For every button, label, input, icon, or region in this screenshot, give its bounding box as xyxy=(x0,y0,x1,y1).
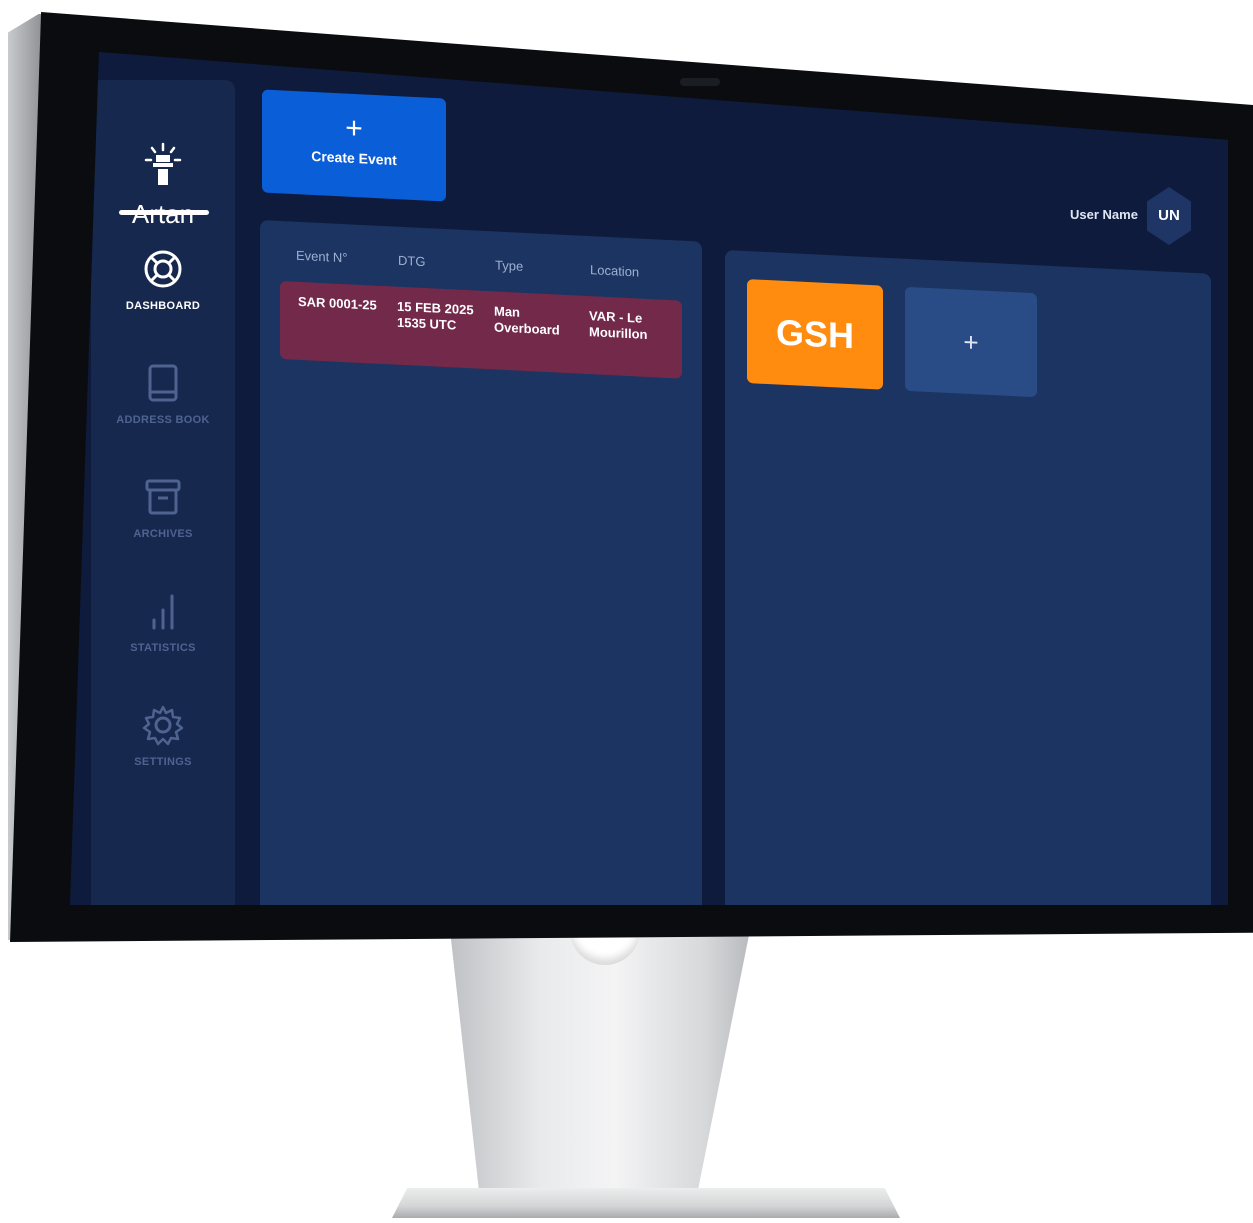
create-event-button[interactable]: + Create Event xyxy=(262,89,446,202)
type-line-2: Overboard xyxy=(494,319,560,338)
gsh-tile[interactable]: GSH xyxy=(747,279,883,390)
type-cell: Man Overboard xyxy=(494,303,560,338)
lifebuoy-icon xyxy=(144,250,182,288)
app-logo: Artan xyxy=(91,142,235,228)
sidebar-item-label: ARCHIVES xyxy=(133,528,193,540)
user-menu[interactable]: User Name UN xyxy=(1070,187,1210,247)
table-row[interactable]: SAR 0001-25 15 FEB 2025 1535 UTC Man Ove… xyxy=(280,280,682,379)
monitor-stand-neck xyxy=(450,930,750,1200)
app-screen: Artan DASHBOARD ADDRESS BOOK xyxy=(70,52,1228,905)
sidebar-item-archives[interactable]: ARCHIVES xyxy=(91,476,235,540)
monitor-mockup: Artan DASHBOARD ADDRESS BOOK xyxy=(0,0,1253,1223)
column-header-type: Type xyxy=(495,257,524,274)
sidebar-item-settings[interactable]: SETTINGS xyxy=(91,704,235,768)
sidebar-item-label: STATISTICS xyxy=(130,642,196,654)
user-name: User Name xyxy=(1070,207,1138,222)
monitor-stand-base xyxy=(392,1188,900,1218)
type-line-1: Man xyxy=(494,303,520,320)
column-header-location: Location xyxy=(590,262,640,280)
bar-chart-icon xyxy=(152,594,174,630)
camera-icon xyxy=(680,78,720,86)
location-line-1: VAR - Le xyxy=(589,308,643,326)
sidebar-item-label: SETTINGS xyxy=(134,756,192,768)
sidebar-item-dashboard[interactable]: DASHBOARD xyxy=(91,248,235,312)
sidebar-item-address-book[interactable]: ADDRESS BOOK xyxy=(91,362,235,426)
lighthouse-icon-svg xyxy=(144,142,182,185)
sidebar-item-label: ADDRESS BOOK xyxy=(116,414,210,426)
column-header-dtg: DTG xyxy=(398,252,426,270)
create-event-label: Create Event xyxy=(311,147,397,169)
workspace-panel: GSH + xyxy=(725,250,1211,905)
lighthouse-icon xyxy=(91,142,235,198)
event-no-cell: SAR 0001-25 xyxy=(298,293,377,313)
logo-underline xyxy=(119,210,209,215)
location-line-2: Mourillon xyxy=(589,324,648,342)
add-tile-button[interactable]: + xyxy=(905,286,1037,398)
archive-box-icon xyxy=(145,479,181,515)
sidebar-item-statistics[interactable]: STATISTICS xyxy=(91,590,235,654)
dtg-time: 1535 UTC xyxy=(397,314,457,333)
avatar[interactable]: UN xyxy=(1147,187,1191,245)
plus-icon: + xyxy=(345,111,363,146)
column-header-event-no: Event N° xyxy=(296,247,348,266)
location-cell: VAR - Le Mourillon xyxy=(589,308,648,343)
sidebar-item-label: DASHBOARD xyxy=(125,300,201,312)
gear-icon xyxy=(142,705,184,746)
dtg-cell: 15 FEB 2025 1535 UTC xyxy=(397,299,474,335)
events-panel: Event N° DTG Type Location SAR 0001-25 1… xyxy=(260,220,702,905)
sidebar: Artan DASHBOARD ADDRESS BOOK xyxy=(91,80,235,905)
book-icon xyxy=(148,364,178,402)
